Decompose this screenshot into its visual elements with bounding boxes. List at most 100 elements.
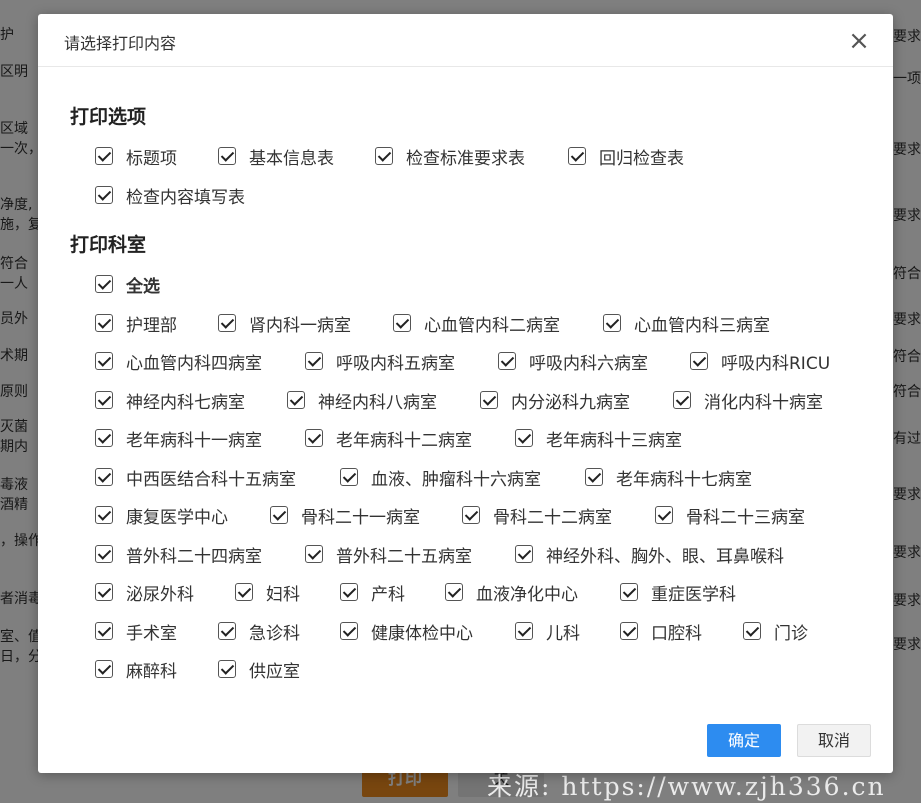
cancel-button[interactable]: 取消 (797, 724, 871, 757)
department-checkbox[interactable]: 产科 (340, 581, 405, 605)
print-option-checkbox[interactable]: 检查内容填写表 (95, 184, 245, 208)
checkbox-checked-icon (480, 391, 498, 409)
department-checkbox[interactable]: 普外科二十五病室 (305, 543, 472, 567)
department-checkbox-label: 供应室 (249, 661, 300, 682)
checkbox-checked-icon (235, 583, 253, 601)
department-checkbox[interactable]: 供应室 (218, 658, 300, 682)
checkbox-checked-icon (620, 622, 638, 640)
department-checkbox[interactable]: 骨科二十二病室 (462, 504, 612, 528)
department-checkbox[interactable]: 内分泌科九病室 (480, 389, 630, 413)
print-option-checkbox[interactable]: 标题项 (95, 145, 177, 169)
checkbox-checked-icon (95, 545, 113, 563)
department-checkbox[interactable]: 消化内科十病室 (673, 389, 823, 413)
department-checkbox-label: 护理部 (126, 315, 177, 336)
dialog-header: 请选择打印内容 × (38, 14, 893, 67)
department-checkbox-label: 老年病科十七病室 (616, 469, 752, 490)
department-checkbox-label: 妇科 (266, 584, 300, 605)
department-checkbox-label: 神经内科八病室 (318, 392, 437, 413)
department-checkbox[interactable]: 普外科二十四病室 (95, 543, 262, 567)
department-checkbox[interactable]: 神经内科八病室 (287, 389, 437, 413)
checkbox-checked-icon (218, 147, 236, 165)
department-checkbox-label: 康复医学中心 (126, 507, 228, 528)
department-checkbox-label: 呼吸内科五病室 (336, 353, 455, 374)
checkbox-checked-icon (515, 622, 533, 640)
print-option-checkbox[interactable]: 检查标准要求表 (375, 145, 525, 169)
department-checkbox-label: 血液净化中心 (476, 584, 578, 605)
checkbox-checked-icon (95, 147, 113, 165)
checkbox-checked-icon (515, 545, 533, 563)
checkbox-checked-icon (95, 352, 113, 370)
checkbox-checked-icon (305, 545, 323, 563)
department-checkbox[interactable]: 骨科二十一病室 (270, 504, 420, 528)
department-checkbox[interactable]: 康复医学中心 (95, 504, 228, 528)
checkbox-checked-icon (340, 622, 358, 640)
department-checkbox[interactable]: 老年病科十一病室 (95, 427, 262, 451)
department-checkbox[interactable]: 口腔科 (620, 620, 702, 644)
department-checkbox[interactable]: 中西医结合科十五病室 (95, 466, 296, 490)
checkbox-checked-icon (462, 506, 480, 524)
department-checkbox[interactable]: 肾内科一病室 (218, 312, 351, 336)
print-options-title: 打印选项 (70, 106, 147, 128)
department-checkbox-label: 老年病科十二病室 (336, 430, 472, 451)
department-checkbox-label: 急诊科 (249, 623, 300, 644)
department-checkbox[interactable]: 血液净化中心 (445, 581, 578, 605)
department-checkbox-label: 中西医结合科十五病室 (126, 469, 296, 490)
department-checkbox[interactable]: 骨科二十三病室 (655, 504, 805, 528)
print-option-checkbox[interactable]: 回归检查表 (568, 145, 684, 169)
checkbox-checked-icon (95, 660, 113, 678)
close-icon[interactable]: × (846, 28, 872, 54)
department-checkbox[interactable]: 重症医学科 (620, 581, 736, 605)
print-option-checkbox-label: 回归检查表 (599, 148, 684, 169)
checkbox-checked-icon (340, 468, 358, 486)
department-checkbox[interactable]: 妇科 (235, 581, 300, 605)
print-option-checkbox-label: 基本信息表 (249, 148, 334, 169)
checkbox-checked-icon (95, 429, 113, 447)
checkbox-checked-icon (340, 583, 358, 601)
print-option-checkbox-label: 标题项 (126, 148, 177, 169)
department-checkbox[interactable]: 心血管内科二病室 (393, 312, 560, 336)
department-checkbox-label: 产科 (371, 584, 405, 605)
department-checkbox[interactable]: 心血管内科三病室 (603, 312, 770, 336)
select-all-checkbox[interactable]: 全选 (95, 273, 160, 297)
department-checkbox-label: 内分泌科九病室 (511, 392, 630, 413)
department-checkbox[interactable]: 呼吸内科六病室 (498, 350, 648, 374)
department-checkbox-label: 儿科 (546, 623, 580, 644)
department-checkbox-label: 重症医学科 (651, 584, 736, 605)
checkbox-checked-icon (305, 429, 323, 447)
department-checkbox[interactable]: 神经内科七病室 (95, 389, 245, 413)
department-checkbox-label: 麻醉科 (126, 661, 177, 682)
department-checkbox[interactable]: 心血管内科四病室 (95, 350, 262, 374)
checkbox-checked-icon (95, 275, 113, 293)
department-checkbox[interactable]: 门诊 (743, 620, 808, 644)
department-checkbox[interactable]: 手术室 (95, 620, 177, 644)
department-checkbox[interactable]: 麻醉科 (95, 658, 177, 682)
checkbox-checked-icon (95, 583, 113, 601)
department-checkbox[interactable]: 老年病科十二病室 (305, 427, 472, 451)
department-checkbox[interactable]: 血液、肿瘤科十六病室 (340, 466, 541, 490)
department-checkbox[interactable]: 儿科 (515, 620, 580, 644)
department-checkbox[interactable]: 神经外科、胸外、眼、耳鼻喉科 (515, 543, 784, 567)
department-checkbox-label: 老年病科十一病室 (126, 430, 262, 451)
department-checkbox-label: 心血管内科二病室 (424, 315, 560, 336)
department-checkbox[interactable]: 老年病科十七病室 (585, 466, 752, 490)
department-checkbox-label: 消化内科十病室 (704, 392, 823, 413)
department-checkbox-label: 心血管内科三病室 (634, 315, 770, 336)
department-checkbox[interactable]: 急诊科 (218, 620, 300, 644)
checkbox-checked-icon (95, 622, 113, 640)
checkbox-checked-icon (287, 391, 305, 409)
department-checkbox[interactable]: 健康体检中心 (340, 620, 473, 644)
department-checkbox-label: 泌尿外科 (126, 584, 194, 605)
department-checkbox-label: 口腔科 (651, 623, 702, 644)
department-checkbox[interactable]: 泌尿外科 (95, 581, 194, 605)
dialog-title: 请选择打印内容 (64, 34, 177, 53)
checkbox-checked-icon (218, 622, 236, 640)
department-checkbox-label: 门诊 (774, 623, 808, 644)
department-checkbox[interactable]: 护理部 (95, 312, 177, 336)
confirm-button[interactable]: 确定 (707, 724, 781, 757)
department-checkbox[interactable]: 呼吸内科RICU (690, 350, 830, 374)
department-checkbox[interactable]: 老年病科十三病室 (515, 427, 682, 451)
print-option-checkbox[interactable]: 基本信息表 (218, 145, 334, 169)
department-checkbox[interactable]: 呼吸内科五病室 (305, 350, 455, 374)
checkbox-checked-icon (515, 429, 533, 447)
department-checkbox-label: 骨科二十二病室 (493, 507, 612, 528)
